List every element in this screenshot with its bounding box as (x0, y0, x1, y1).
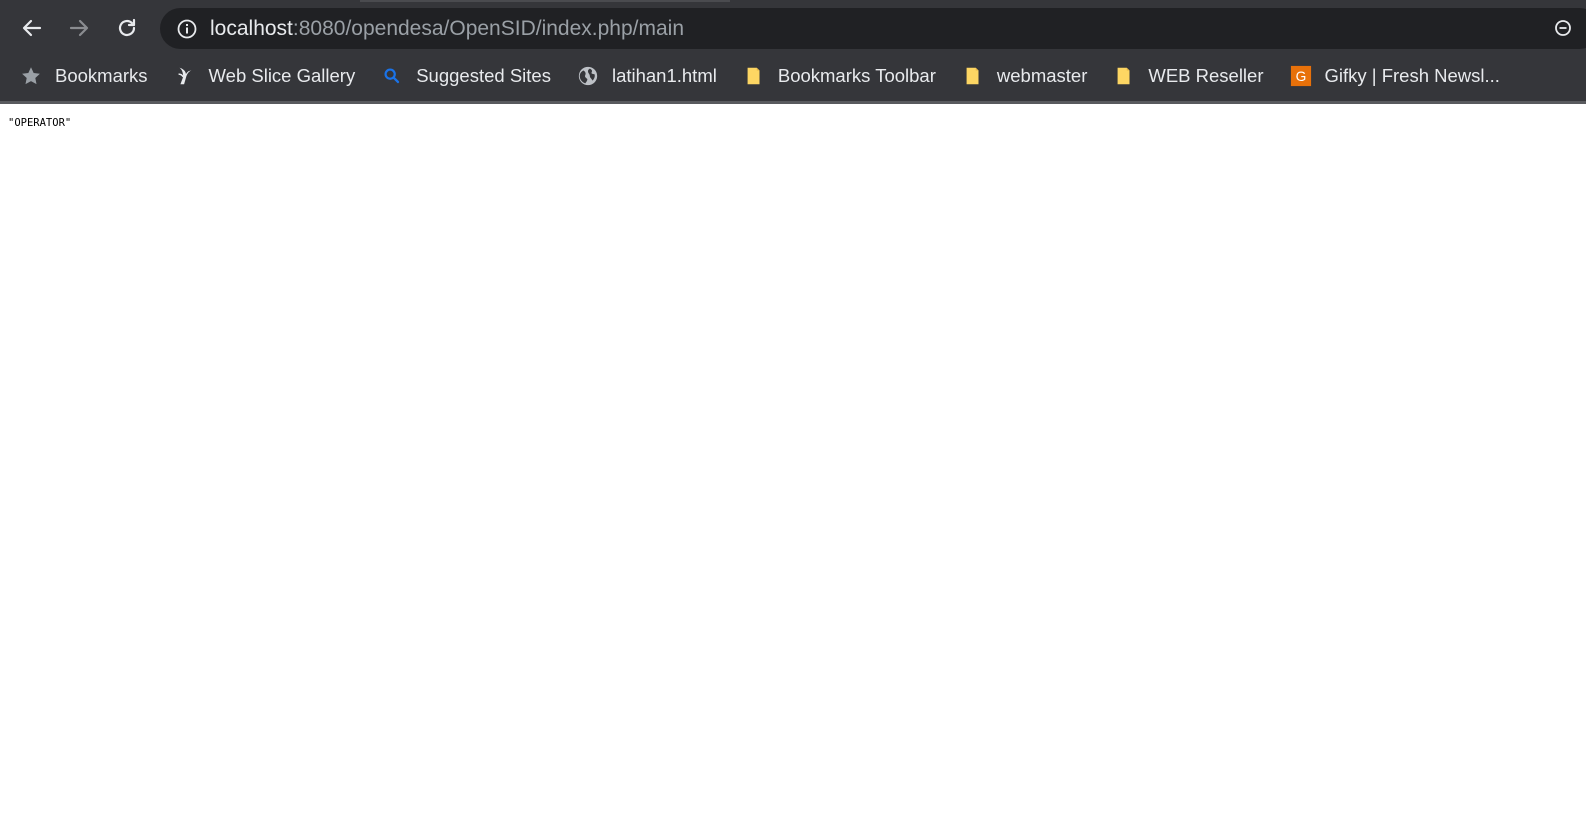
bookmarks-bar: Bookmarks Web Slice Gallery Suggested Si… (0, 54, 1586, 98)
web-slice-icon (174, 65, 196, 87)
search-icon (381, 65, 403, 87)
bookmark-bookmarks[interactable]: Bookmarks (20, 59, 160, 93)
bookmark-web-reseller[interactable]: WEB Reseller (1113, 59, 1275, 93)
bookmark-label: latihan1.html (611, 65, 717, 86)
folder-icon (743, 65, 765, 87)
tab-strip-edge (360, 0, 730, 2)
url-host: localhost (210, 17, 293, 40)
arrow-left-icon (20, 16, 44, 40)
bookmark-gifky[interactable]: G Gifky | Fresh Newsl... (1290, 59, 1512, 93)
arrow-right-icon (67, 16, 91, 40)
bookmark-label: WEB Reseller (1148, 65, 1264, 86)
url-text[interactable]: localhost:8080/opendesa/OpenSID/index.ph… (210, 8, 684, 49)
browser-chrome: localhost:8080/opendesa/OpenSID/index.ph… (0, 0, 1586, 104)
bookmark-label: Gifky | Fresh Newsl... (1324, 65, 1500, 86)
bookmark-label: Bookmarks (55, 65, 148, 86)
folder-icon (962, 65, 984, 87)
gifky-favicon-letter: G (1295, 69, 1306, 84)
forward-button[interactable] (61, 10, 97, 46)
bookmark-suggested-sites[interactable]: Suggested Sites (381, 59, 563, 93)
bookmark-web-slice-gallery[interactable]: Web Slice Gallery (174, 59, 368, 93)
zoom-icon[interactable] (1554, 19, 1572, 37)
bookmark-latihan1[interactable]: latihan1.html (577, 59, 729, 93)
star-icon (20, 65, 42, 87)
bookmark-label: webmaster (996, 65, 1088, 86)
bookmark-bookmarks-toolbar[interactable]: Bookmarks Toolbar (743, 59, 948, 93)
url-path: :8080/opendesa/OpenSID/index.php/main (292, 17, 685, 40)
folder-icon (1113, 65, 1135, 87)
bookmark-label: Web Slice Gallery (208, 65, 356, 86)
bookmark-label: Suggested Sites (416, 65, 551, 86)
globe-icon (577, 65, 599, 87)
bookmark-label: Bookmarks Toolbar (777, 65, 936, 86)
page-content: "OPERATOR" (0, 104, 1586, 837)
response-text: "OPERATOR" (8, 117, 72, 129)
bookmark-webmaster[interactable]: webmaster (962, 59, 1099, 93)
address-bar[interactable]: localhost:8080/opendesa/OpenSID/index.ph… (160, 8, 1586, 49)
gifky-favicon: G (1290, 65, 1312, 87)
reload-icon (115, 16, 139, 40)
back-button[interactable] (14, 10, 50, 46)
reload-button[interactable] (109, 10, 145, 46)
info-icon[interactable] (176, 18, 198, 40)
